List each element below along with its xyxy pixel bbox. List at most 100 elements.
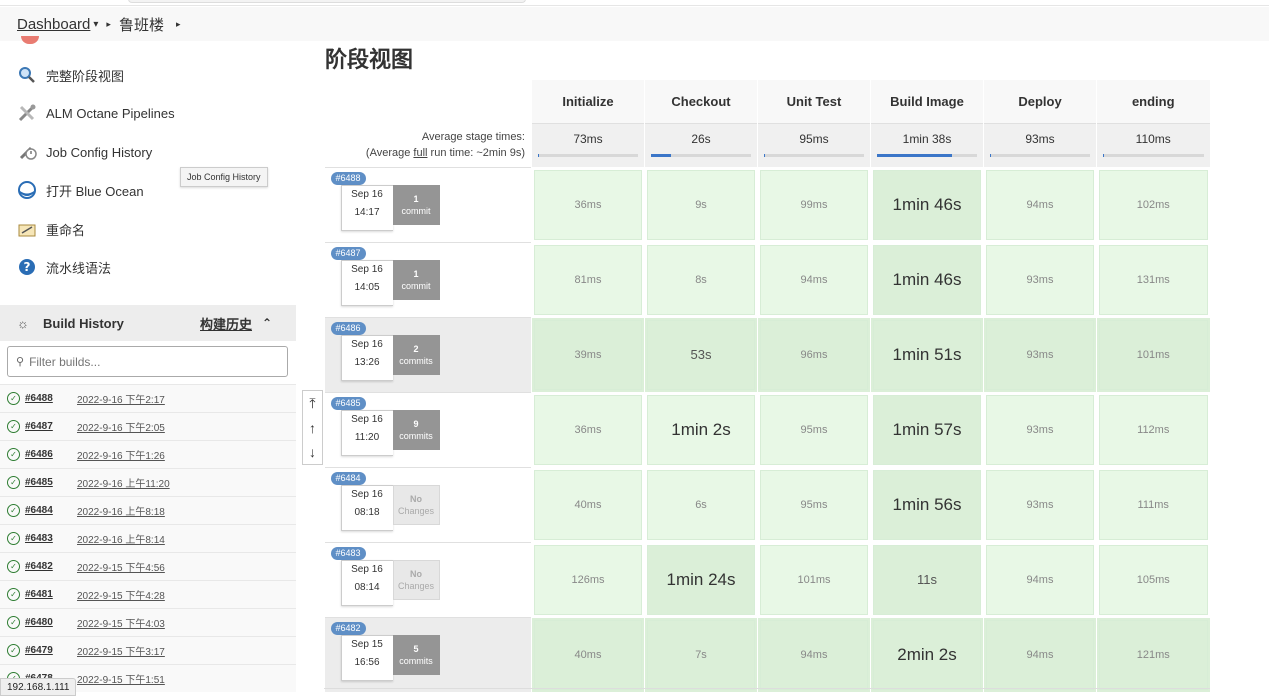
stage-cell[interactable]: 81ms xyxy=(531,241,645,317)
stage-cell[interactable]: 53s xyxy=(644,316,758,392)
stage-cell[interactable]: 1min 46s xyxy=(870,166,984,242)
build-number-link[interactable]: #6483 xyxy=(25,533,68,544)
stage-cell[interactable]: 7s xyxy=(644,616,758,692)
run-commits-box[interactable]: 2 commits xyxy=(392,334,440,375)
build-number-link[interactable]: #6487 xyxy=(25,421,68,432)
run-number-badge[interactable]: #6483 xyxy=(330,546,366,560)
build-date-link[interactable]: 2022-9-16 下午1:26 xyxy=(77,447,165,462)
build-number-link[interactable]: #6484 xyxy=(25,505,68,516)
stage-cell[interactable]: 99ms xyxy=(757,166,871,242)
run-commits-box[interactable]: 1 commit xyxy=(392,184,440,225)
run-commits-box[interactable]: 1 commit xyxy=(392,259,440,300)
stage-cell[interactable]: 112ms xyxy=(1096,391,1210,467)
build-row[interactable]: ✓ #6481 2022-9-15 下午4:28 xyxy=(0,580,296,608)
build-number-link[interactable]: #6481 xyxy=(25,589,68,600)
sidebar-item-full-stage-view[interactable]: 完整阶段视图 xyxy=(17,62,124,88)
sidebar-item-blue-ocean[interactable]: 打开 Blue Ocean xyxy=(17,177,144,203)
build-number-link[interactable]: #6486 xyxy=(25,449,68,460)
build-row[interactable]: ✓ #6486 2022-9-16 下午1:26 xyxy=(0,440,296,468)
sidebar-item-alm-octane[interactable]: ALM Octane Pipelines xyxy=(17,100,175,126)
stage-cell[interactable]: 131ms xyxy=(1096,241,1210,317)
build-date-link[interactable]: 2022-9-15 下午4:03 xyxy=(77,615,165,630)
run-commits-box[interactable]: 5 commits xyxy=(392,634,440,675)
stage-cell[interactable]: 40ms xyxy=(531,466,645,542)
build-date-link[interactable]: 2022-9-15 下午4:28 xyxy=(77,587,165,602)
build-date-link[interactable]: 2022-9-15 下午3:17 xyxy=(77,643,165,658)
filter-builds-input[interactable]: ⚲ Filter builds... xyxy=(7,346,288,377)
address-bar-edge[interactable] xyxy=(128,0,526,3)
stage-cell[interactable]: 1min 56s xyxy=(870,466,984,542)
build-row[interactable]: ✓ #6483 2022-9-16 上午8:14 xyxy=(0,524,296,552)
stage-cell[interactable]: 102ms xyxy=(1096,166,1210,242)
build-row[interactable]: ✓ #6480 2022-9-15 下午4:03 xyxy=(0,608,296,636)
run-commits-box[interactable]: 9 commits xyxy=(392,409,440,450)
stage-cell[interactable]: 1min 24s xyxy=(644,541,758,617)
scroll-down-icon[interactable]: ↓ xyxy=(309,444,316,460)
stage-cell[interactable]: 1min 46s xyxy=(870,241,984,317)
stage-cell[interactable]: 105ms xyxy=(1096,541,1210,617)
run-number-badge[interactable]: #6488 xyxy=(330,171,366,185)
stage-cell[interactable]: 1min 51s xyxy=(870,316,984,392)
build-date-link[interactable]: 2022-9-15 下午4:56 xyxy=(77,559,165,574)
breadcrumb-job[interactable]: 鲁班楼 xyxy=(119,14,164,35)
scroll-top-icon[interactable]: ⤒ xyxy=(309,395,315,412)
stage-cell[interactable]: 93ms xyxy=(983,241,1097,317)
stage-cell[interactable]: 94ms xyxy=(983,541,1097,617)
stage-cell[interactable]: 101ms xyxy=(757,541,871,617)
build-date-link[interactable]: 2022-9-16 下午2:17 xyxy=(77,391,165,406)
build-row[interactable]: ✓ #6488 2022-9-16 下午2:17 xyxy=(0,384,296,412)
stage-cell[interactable]: 93ms xyxy=(983,316,1097,392)
build-row[interactable]: ✓ #6487 2022-9-16 下午2:05 xyxy=(0,412,296,440)
stage-cell[interactable]: 111ms xyxy=(1096,466,1210,542)
sidebar-item-rename[interactable]: 重命名 xyxy=(17,216,85,242)
stage-cell[interactable]: 93ms xyxy=(983,391,1097,467)
breadcrumb-dashboard-link[interactable]: Dashboard xyxy=(17,16,90,33)
stage-cell[interactable]: 40ms xyxy=(531,616,645,692)
stage-cell[interactable]: 6s xyxy=(644,466,758,542)
build-number-link[interactable]: #6485 xyxy=(25,477,68,488)
run-number-badge[interactable]: #6484 xyxy=(330,471,366,485)
build-row[interactable]: ✓ #6485 2022-9-16 上午11:20 xyxy=(0,468,296,496)
build-number-link[interactable]: #6482 xyxy=(25,561,68,572)
build-row[interactable]: ✓ #6484 2022-9-16 上午8:18 xyxy=(0,496,296,524)
stage-cell[interactable]: 94ms xyxy=(757,241,871,317)
build-number-link[interactable]: #6488 xyxy=(25,393,68,404)
stage-cell[interactable]: 94ms xyxy=(757,616,871,692)
chevron-down-icon[interactable]: ▾ xyxy=(93,19,98,30)
run-number-badge[interactable]: #6482 xyxy=(330,621,366,635)
chevron-up-icon[interactable]: ⌃ xyxy=(262,316,272,330)
stage-cell[interactable]: 8s xyxy=(644,241,758,317)
stage-cell[interactable]: 1min 57s xyxy=(870,391,984,467)
sidebar-item-job-config-history[interactable]: Job Config History xyxy=(17,139,152,165)
sidebar-item-pipeline-syntax[interactable]: ? 流水线语法 xyxy=(17,254,111,280)
run-number-badge[interactable]: #6485 xyxy=(330,396,366,410)
stage-cell[interactable]: 39ms xyxy=(531,316,645,392)
build-trend-link[interactable]: 构建历史 xyxy=(200,314,252,333)
scroll-up-icon[interactable]: ↑ xyxy=(309,420,316,436)
build-row[interactable]: ✓ #6479 2022-9-15 下午3:17 xyxy=(0,636,296,664)
build-row[interactable]: ✓ #6482 2022-9-15 下午4:56 xyxy=(0,552,296,580)
stage-cell[interactable]: 94ms xyxy=(983,166,1097,242)
stage-cell[interactable]: 93ms xyxy=(983,466,1097,542)
build-number-link[interactable]: #6479 xyxy=(25,645,68,656)
build-date-link[interactable]: 2022-9-16 上午8:18 xyxy=(77,503,165,518)
run-commits-box[interactable]: No Changes xyxy=(392,484,440,525)
build-date-link[interactable]: 2022-9-16 下午2:05 xyxy=(77,419,165,434)
stage-cell[interactable]: 95ms xyxy=(757,466,871,542)
stage-cell[interactable]: 36ms xyxy=(531,391,645,467)
build-date-link[interactable]: 2022-9-15 下午1:51 xyxy=(77,671,165,686)
stage-cell[interactable]: 2min 2s xyxy=(870,616,984,692)
run-commits-box[interactable]: No Changes xyxy=(392,559,440,600)
stage-cell[interactable]: 11s xyxy=(870,541,984,617)
build-date-link[interactable]: 2022-9-16 上午8:14 xyxy=(77,531,165,546)
build-date-link[interactable]: 2022-9-16 上午11:20 xyxy=(77,475,170,490)
stage-cell[interactable]: 121ms xyxy=(1096,616,1210,692)
run-number-badge[interactable]: #6486 xyxy=(330,321,366,335)
stage-cell[interactable]: 36ms xyxy=(531,166,645,242)
stage-cell[interactable]: 94ms xyxy=(983,616,1097,692)
stage-cell[interactable]: 96ms xyxy=(757,316,871,392)
run-number-badge[interactable]: #6487 xyxy=(330,246,366,260)
stage-cell[interactable]: 95ms xyxy=(757,391,871,467)
stage-cell[interactable]: 126ms xyxy=(531,541,645,617)
build-number-link[interactable]: #6480 xyxy=(25,617,68,628)
